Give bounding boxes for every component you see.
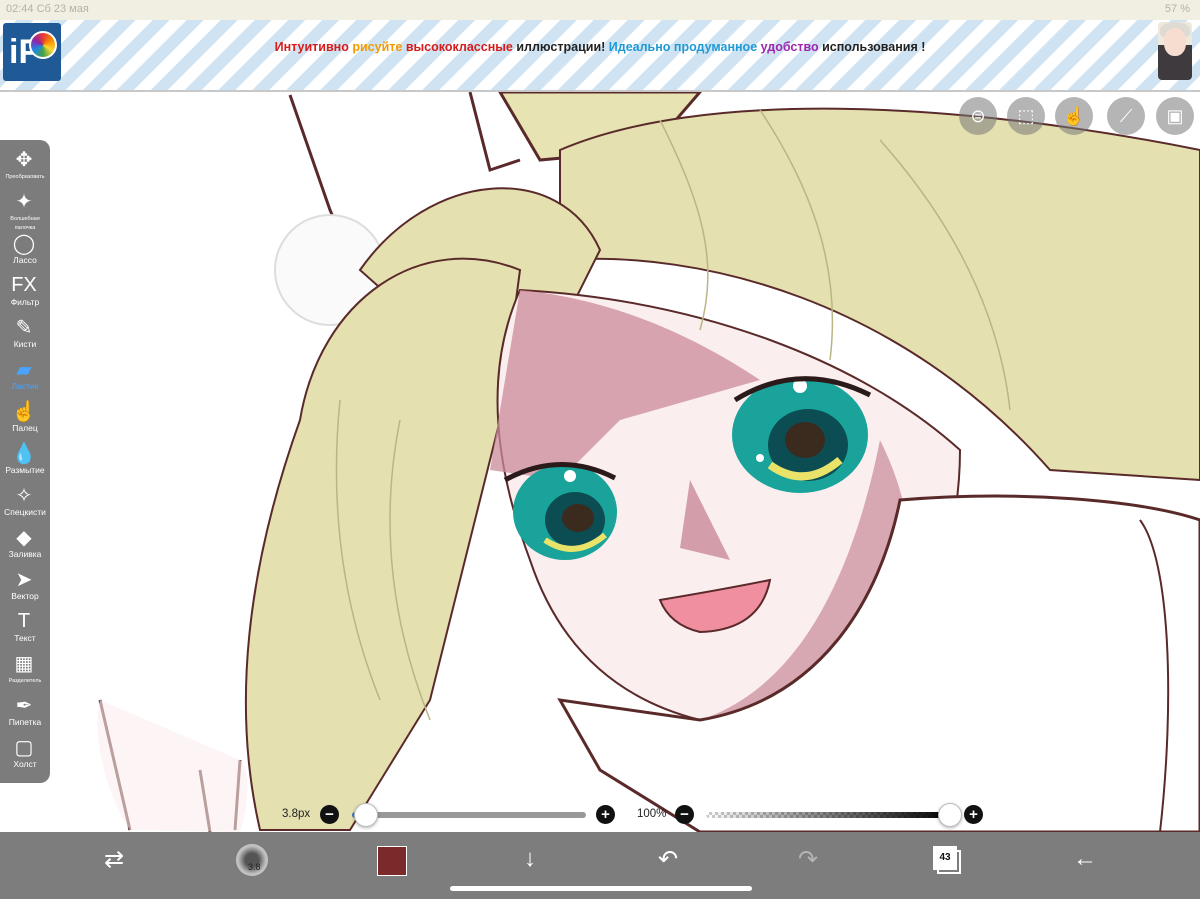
tool-label: Кисти <box>13 339 37 349</box>
ad-banner[interactable]: iP Интуитивно рисуйте высококлассные илл… <box>0 20 1200 92</box>
canvas-icon: ▢ <box>14 736 34 759</box>
tool-filter[interactable]: FX Фильтр <box>0 268 50 310</box>
eraser-icon: ▰ <box>16 358 32 381</box>
hand-touch-icon: ☝ <box>1062 105 1086 126</box>
tool-divider[interactable]: ▦ Разделитель <box>0 646 50 688</box>
selection-button[interactable]: ⬚ <box>1007 97 1045 135</box>
tool-canvas[interactable]: ▢ Холст <box>0 730 50 772</box>
brush-size-decrease-button[interactable]: − <box>320 805 339 824</box>
banner-segment: Идеально продуманное <box>608 40 761 54</box>
brush-size-increase-button[interactable]: + <box>596 805 615 824</box>
redo-button[interactable]: ↷ <box>788 844 828 874</box>
lasso-icon: ◯ <box>12 232 36 255</box>
banner-segment: иллюстрации! <box>516 40 609 54</box>
tool-magic-wand[interactable]: ✦ Волшебная палочка <box>0 184 50 232</box>
sparkle-brush-icon: ✧ <box>15 484 33 507</box>
ruler-icon: ⟋ <box>1119 105 1133 126</box>
tool-transform[interactable]: ✥ Преобразовать <box>0 142 50 184</box>
tool-label: Размытие <box>5 465 45 475</box>
drop-icon: 💧 <box>11 442 37 465</box>
layers-button[interactable]: 43 <box>933 846 961 874</box>
opacity-knob[interactable] <box>938 803 962 827</box>
arrow-down-icon: ↓ <box>524 845 536 872</box>
brush-size-knob[interactable] <box>354 803 378 827</box>
brush-size-slider[interactable] <box>352 812 586 818</box>
battery-status: 57 % <box>1164 3 1190 15</box>
touch-button[interactable]: ☝ <box>1055 97 1093 135</box>
opacity-increase-button[interactable]: + <box>964 805 983 824</box>
banner-segment: рисуйте <box>352 40 406 54</box>
banner-segment: использования ! <box>822 40 926 54</box>
tool-label: Текст <box>14 633 36 643</box>
tool-label: Заливка <box>8 549 42 559</box>
tool-label: Фильтр <box>10 297 40 307</box>
panel-divider-icon: ▦ <box>14 652 34 675</box>
status-bar: 02:44 Сб 23 мая 57 % <box>0 0 1200 20</box>
undo-icon: ↶ <box>657 845 679 873</box>
fx-icon: FX <box>11 273 37 296</box>
reference-button[interactable]: ▣ <box>1156 97 1194 135</box>
banner-segment: Интуитивно <box>274 40 353 54</box>
move-icon: ✥ <box>15 148 33 171</box>
home-indicator <box>450 886 752 891</box>
tool-label: Пипетка <box>8 717 42 727</box>
drawing-canvas[interactable] <box>0 92 1200 832</box>
left-toolbar: ✥ Преобразовать ✦ Волшебная палочка ◯ Лассо FX… <box>0 140 50 783</box>
bottom-bar: ⇄ 3.8 ↓ ↶ ↷ 43 ← <box>0 832 1200 899</box>
avatar-face <box>1164 28 1186 56</box>
redo-icon: ↷ <box>797 845 819 873</box>
banner-text: Интуитивно рисуйте высококлассные иллюст… <box>0 40 1200 54</box>
fill-icon: ◆ <box>16 526 32 549</box>
tool-vector[interactable]: ➤ Вектор <box>0 562 50 604</box>
slider-bar: 3.8px − + 100% − + <box>0 800 1200 830</box>
tool-label: Вектор <box>11 591 39 601</box>
status-time: 02:44 Сб 23 мая <box>6 3 89 15</box>
tool-label: Преобразовать <box>5 174 45 180</box>
brush-preview-label: 3.8 <box>248 862 261 872</box>
toggle-button[interactable]: ⊜ <box>959 97 997 135</box>
color-button[interactable] <box>377 846 407 876</box>
download-button[interactable]: ↓ <box>510 844 550 874</box>
opacity-label: 100% <box>637 808 667 820</box>
tool-label: Спецкисти <box>4 507 46 517</box>
banner-avatar <box>1158 22 1192 80</box>
brush-size-label: 3.8px <box>282 808 311 820</box>
ruler-button[interactable]: ⟋ <box>1107 97 1145 135</box>
tool-smudge[interactable]: ☝ Палец <box>0 394 50 436</box>
tool-label: Ластик <box>11 381 39 391</box>
cursor-icon: ➤ <box>15 568 33 591</box>
tool-label: Палец <box>12 423 38 433</box>
tool-lasso[interactable]: ◯ Лассо <box>0 226 50 268</box>
banner-segment: удобство <box>760 40 823 54</box>
opacity-decrease-button[interactable]: − <box>675 805 694 824</box>
layer-count: 43 <box>933 846 957 870</box>
tool-blur[interactable]: 💧 Размытие <box>0 436 50 478</box>
tool-eyedropper[interactable]: ✒ Пипетка <box>0 688 50 730</box>
selection-icon: ⬚ <box>1017 105 1035 126</box>
tool-fill[interactable]: ◆ Заливка <box>0 520 50 562</box>
finger-icon: ☝ <box>11 400 37 423</box>
back-button[interactable]: ← <box>1065 844 1105 874</box>
swap-button[interactable]: ⇄ <box>94 844 134 874</box>
arrow-left-icon: ← <box>1073 845 1097 872</box>
tool-label: Разделитель <box>8 678 42 684</box>
tool-text[interactable]: T Текст <box>0 604 50 646</box>
brush-icon: ✎ <box>15 316 33 339</box>
banner-segment: высококлассные <box>405 40 517 54</box>
eyedropper-icon: ✒ <box>15 694 33 717</box>
tool-brush[interactable]: ✎ Кисти <box>0 310 50 352</box>
tool-label: Лассо <box>13 255 37 265</box>
brush-preview-button[interactable]: 3.8 <box>236 844 268 876</box>
artwork <box>0 92 1200 832</box>
undo-button[interactable]: ↶ <box>648 844 688 874</box>
text-icon: T <box>17 609 31 632</box>
toggle-icon: ⊜ <box>970 105 986 126</box>
tool-special-brush[interactable]: ✧ Спецкисти <box>0 478 50 520</box>
magic-wand-icon: ✦ <box>15 190 33 213</box>
swap-icon: ⇄ <box>103 845 125 873</box>
tool-eraser[interactable]: ▰ Ластик <box>0 352 50 394</box>
tool-label: Холст <box>13 759 37 769</box>
reference-image-icon: ▣ <box>1166 105 1184 126</box>
opacity-slider[interactable] <box>706 812 950 818</box>
